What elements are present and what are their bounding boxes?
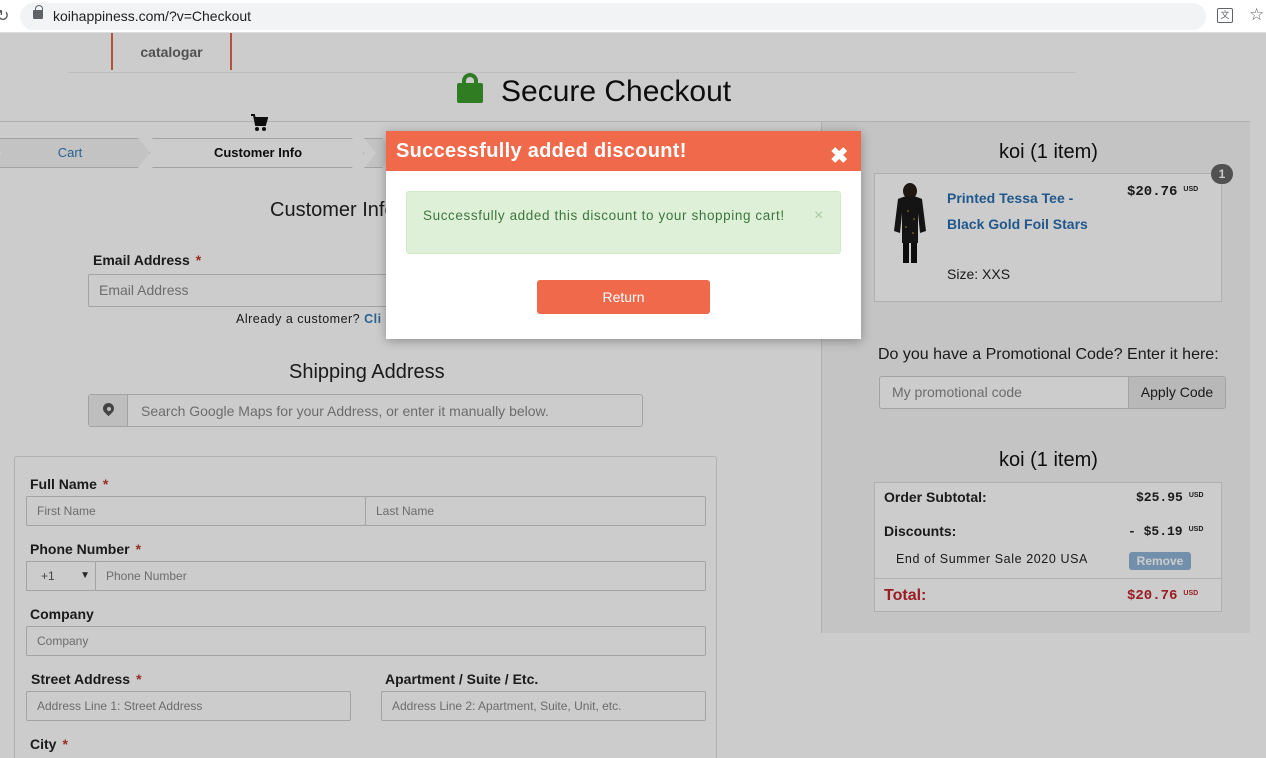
lock-icon[interactable] [33,5,43,19]
modal-header: Successfully added discount! ✖ [386,131,861,171]
close-icon[interactable]: ✖ [830,145,848,167]
success-alert: Successfully added this discount to your… [406,191,841,254]
alert-close-icon[interactable]: × [814,207,823,225]
discount-modal: Successfully added discount! ✖ Successfu… [386,131,861,339]
modal-title: Successfully added discount! [396,140,687,162]
translate-icon[interactable]: 文 [1217,8,1233,23]
return-button[interactable]: Return [537,280,710,314]
browser-toolbar: ↻ koihappiness.com/?v=Checkout 文 ☆ [0,0,1266,33]
url-text[interactable]: koihappiness.com/?v=Checkout [53,8,251,24]
reload-icon[interactable]: ↻ [0,6,9,26]
alert-message: Successfully added this discount to your… [423,208,785,223]
bookmark-star-icon[interactable]: ☆ [1249,5,1264,25]
